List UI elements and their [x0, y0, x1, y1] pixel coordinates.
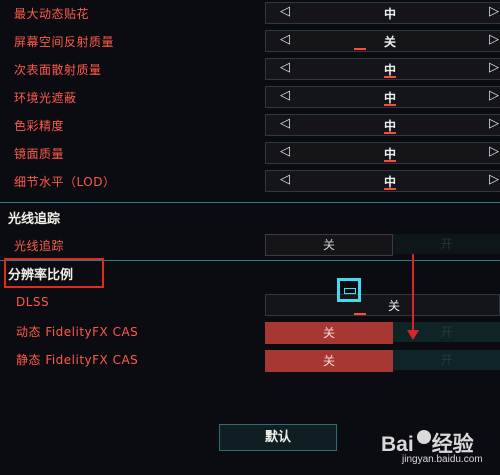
watermark-brand-text: Bai [381, 433, 414, 456]
annotation-arrow-icon [412, 254, 414, 334]
cursor-highlight-icon [337, 278, 361, 302]
toggle-off-option[interactable]: 关 [265, 350, 393, 372]
arrow-left-icon[interactable]: ◁ [280, 4, 290, 19]
selector-mark [384, 132, 396, 134]
selector-mark [384, 76, 396, 78]
selector-value: 关 [388, 299, 401, 313]
toggle-on-option[interactable]: 开 [393, 234, 500, 254]
setting-label: 环境光遮蔽 [14, 91, 77, 105]
selector[interactable]: ◁ 中 ▷ [265, 114, 500, 136]
arrow-right-icon[interactable]: ▷ [489, 88, 499, 103]
annotation-arrow-head-icon [407, 330, 419, 340]
selector-mark [354, 313, 366, 315]
setting-row-ray-tracing: 光线追踪 关 开 [0, 232, 500, 258]
dynamic-cas-toggle[interactable]: 关 开 [265, 322, 500, 344]
setting-row-static-cas: 静态 FidelityFX CAS 关 开 [0, 346, 500, 372]
ray-tracing-toggle[interactable]: 关 开 [265, 234, 500, 256]
setting-label: 屏幕空间反射质量 [14, 35, 115, 49]
selector-value: 中 [384, 7, 397, 21]
arrow-left-icon[interactable]: ◁ [280, 144, 290, 159]
selector[interactable]: ◁ 中 ▷ [265, 170, 500, 192]
setting-row-ao: 环境光遮蔽 ◁ 中 ▷ [0, 84, 500, 110]
toggle-on-option[interactable]: 开 [393, 350, 500, 370]
selector[interactable]: ◁ 中 ▷ [265, 58, 500, 80]
setting-row-decals: 最大动态贴花 ◁ 中 ▷ [0, 0, 500, 26]
arrow-left-icon[interactable]: ◁ [280, 172, 290, 187]
watermark: Bai 经验 jingyan.baidu.com [381, 428, 496, 470]
default-button[interactable]: 默认 [219, 424, 337, 451]
setting-row-dynamic-cas: 动态 FidelityFX CAS 关 开 [0, 318, 500, 344]
toggle-off-option[interactable]: 关 [265, 322, 393, 344]
arrow-right-icon[interactable]: ▷ [489, 172, 499, 187]
arrow-right-icon[interactable]: ▷ [489, 4, 499, 19]
setting-label: 镜面质量 [14, 147, 65, 161]
section-title-ray-tracing: 光线追踪 [8, 212, 61, 227]
static-cas-toggle[interactable]: 关 开 [265, 350, 500, 372]
dlss-selector[interactable]: 关 [265, 294, 500, 316]
setting-row-lod: 细节水平（LOD） ◁ 中 ▷ [0, 168, 500, 194]
setting-row-ssr: 屏幕空间反射质量 ◁ 关 ▷ [0, 28, 500, 54]
highlight-box [4, 258, 104, 288]
selector-mark [384, 104, 396, 106]
arrow-right-icon[interactable]: ▷ [489, 144, 499, 159]
arrow-left-icon[interactable]: ◁ [280, 116, 290, 131]
paw-icon [417, 430, 431, 444]
selector[interactable]: ◁ 中 ▷ [265, 2, 500, 24]
arrow-left-icon[interactable]: ◁ [280, 88, 290, 103]
setting-label: 动态 FidelityFX CAS [16, 325, 139, 339]
setting-label: 光线追踪 [14, 239, 65, 253]
setting-label: 静态 FidelityFX CAS [16, 353, 139, 367]
setting-label: 次表面散射质量 [14, 63, 102, 77]
watermark-url: jingyan.baidu.com [402, 454, 483, 465]
toggle-off-option[interactable]: 关 [265, 234, 393, 256]
arrow-right-icon[interactable]: ▷ [489, 32, 499, 47]
setting-label: DLSS [16, 295, 50, 309]
selector-mark [384, 160, 396, 162]
setting-label: 细节水平（LOD） [14, 175, 116, 189]
setting-row-specular: 镜面质量 ◁ 中 ▷ [0, 140, 500, 166]
arrow-right-icon[interactable]: ▷ [489, 116, 499, 131]
selector-mark [384, 188, 396, 190]
selector[interactable]: ◁ 关 ▷ [265, 30, 500, 52]
cursor-inner [344, 288, 356, 294]
setting-row-dlss: DLSS 关 [0, 290, 500, 316]
arrow-left-icon[interactable]: ◁ [280, 60, 290, 75]
watermark-brand2-text: 经验 [431, 433, 474, 456]
setting-label: 色彩精度 [14, 119, 65, 133]
selector[interactable]: ◁ 中 ▷ [265, 142, 500, 164]
selector-value: 关 [384, 35, 397, 49]
arrow-right-icon[interactable]: ▷ [489, 60, 499, 75]
setting-label: 最大动态贴花 [14, 7, 90, 21]
arrow-left-icon[interactable]: ◁ [280, 32, 290, 47]
setting-row-sss: 次表面散射质量 ◁ 中 ▷ [0, 56, 500, 82]
selector[interactable]: ◁ 中 ▷ [265, 86, 500, 108]
section-divider [0, 202, 500, 203]
setting-row-color: 色彩精度 ◁ 中 ▷ [0, 112, 500, 138]
selector-mark [354, 48, 366, 50]
